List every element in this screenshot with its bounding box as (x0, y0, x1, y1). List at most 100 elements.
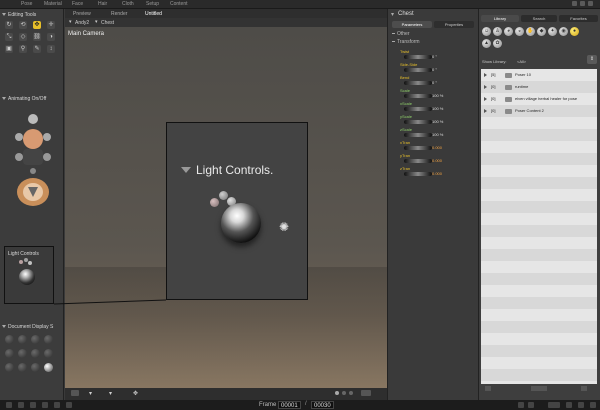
tab-favorites[interactable]: Favorites (559, 15, 598, 22)
ytran-dial[interactable] (404, 159, 432, 163)
hair-category-icon[interactable]: ◒ (515, 27, 524, 36)
loop-button[interactable] (590, 402, 596, 408)
list-item (481, 273, 597, 285)
collapse-triangle-icon[interactable] (181, 167, 191, 173)
poses-category-icon[interactable]: ♙ (493, 27, 502, 36)
list-item (481, 177, 597, 189)
dial-value[interactable]: 0 ° (432, 67, 437, 72)
current-frame-field[interactable]: 00001 (278, 401, 301, 409)
show-library-select[interactable]: <All> (517, 59, 526, 64)
scenes-category-icon[interactable]: ▲ (482, 39, 491, 48)
list-item (481, 333, 597, 345)
tab-parameters[interactable]: Parameters (392, 21, 432, 28)
cameras-category-icon[interactable]: ◉ (559, 27, 568, 36)
scale-dial[interactable] (404, 94, 432, 98)
light-1-icon[interactable] (210, 198, 219, 207)
dial-label: Scale (400, 88, 411, 93)
expand-icon[interactable] (484, 85, 487, 89)
dial-value[interactable]: 0.000 (432, 171, 442, 176)
yscale-dial[interactable] (404, 120, 432, 124)
dial-value[interactable]: 100 % (432, 132, 443, 137)
remove-key-button[interactable] (578, 402, 584, 408)
animation-timeline: Frame 00001 / 00030 (0, 400, 600, 410)
play-button[interactable] (42, 402, 48, 408)
item-count: [0] (491, 108, 496, 113)
list-item (481, 237, 597, 249)
panel-collapse-icon[interactable]: ▾ (391, 11, 394, 18)
item-name: runtime (515, 84, 529, 89)
twist-dial[interactable] (404, 55, 432, 59)
library-panel: Library Search Favorites ☺ ♙ ◕ ◒ ✋ ◆ ✦ ◉… (479, 9, 600, 400)
list-item[interactable]: [5] Poser 10 (481, 69, 597, 81)
dial-value[interactable]: 0.000 (432, 145, 442, 150)
list-item (481, 201, 597, 213)
frame-label: Frame (259, 402, 277, 408)
expand-icon[interactable] (484, 73, 487, 77)
library-options-icon[interactable]: ⇕ (587, 55, 597, 64)
add-key-button[interactable] (566, 402, 572, 408)
list-item[interactable]: [0] runtime (481, 81, 597, 93)
first-frame-button[interactable] (6, 402, 12, 408)
list-item (481, 309, 597, 321)
library-bottom-bar (481, 386, 597, 392)
dial-label: zTran (400, 166, 411, 171)
prev-key-button[interactable] (18, 402, 24, 408)
last-frame-button[interactable] (66, 402, 72, 408)
folder-icon (505, 85, 512, 90)
list-item (481, 189, 597, 201)
list-item[interactable]: [0] Poser Content 2 (481, 105, 597, 117)
timeline-next-button[interactable] (528, 402, 534, 408)
dial-value[interactable]: 100 % (432, 106, 443, 111)
dial-value[interactable]: 100 % (432, 119, 443, 124)
dial-value[interactable]: 0 ° (432, 54, 437, 59)
bend-dial[interactable] (404, 81, 432, 85)
keyframe-button[interactable] (548, 402, 560, 408)
total-frames-field[interactable]: 00030 (311, 401, 334, 409)
scripts-category-icon[interactable]: ✿ (493, 39, 502, 48)
list-item (481, 129, 597, 141)
dial-label: Side-Side (400, 62, 418, 67)
dial-value[interactable]: 0 ° (432, 80, 437, 85)
expressions-category-icon[interactable]: ◕ (504, 27, 513, 36)
zscale-dial[interactable] (404, 133, 432, 137)
list-item (481, 321, 597, 333)
expand-icon[interactable] (484, 109, 487, 113)
list-item (481, 117, 597, 129)
xtran-dial[interactable] (404, 146, 432, 150)
list-item (481, 261, 597, 273)
materials-category-icon[interactable]: ● (570, 27, 579, 36)
section-transform[interactable]: Transform (391, 39, 420, 45)
dial-value[interactable]: 100 % (432, 93, 443, 98)
tab-search[interactable]: Search (521, 15, 557, 22)
light-sphere-icon[interactable] (221, 203, 261, 243)
tab-properties[interactable]: Properties (434, 21, 474, 28)
hands-category-icon[interactable]: ✋ (526, 27, 535, 36)
section-other[interactable]: Other (391, 31, 410, 37)
remove-button[interactable] (581, 386, 587, 391)
next-key-button[interactable] (54, 402, 60, 408)
dial-label: xScale (400, 101, 413, 106)
frame-separator: / (305, 401, 307, 407)
sun-icon[interactable]: ✺ (278, 221, 290, 233)
figures-category-icon[interactable]: ☺ (482, 27, 491, 36)
tab-library[interactable]: Library (481, 15, 519, 22)
lights-category-icon[interactable]: ✦ (548, 27, 557, 36)
props-category-icon[interactable]: ◆ (537, 27, 546, 36)
light-controls-callout: Light Controls. ✺ (166, 122, 308, 300)
add-to-library-button[interactable] (485, 386, 491, 391)
list-item[interactable]: [0] elven village herbal healer for pose (481, 93, 597, 105)
ztran-dial[interactable] (404, 172, 432, 176)
side-side-dial[interactable] (404, 68, 432, 72)
expand-icon[interactable] (484, 97, 487, 101)
dial-value[interactable]: 0.000 (432, 158, 442, 163)
dial-label: xTran (400, 140, 411, 145)
callout-title: Light Controls. (196, 163, 274, 177)
item-name: Poser 10 (515, 72, 532, 77)
apply-button[interactable] (531, 386, 547, 391)
list-item (481, 369, 597, 381)
timeline-prev-button[interactable] (518, 402, 524, 408)
list-item (481, 285, 597, 297)
xscale-dial[interactable] (404, 107, 432, 111)
parameters-title: Chest (398, 11, 414, 17)
stop-button[interactable] (30, 402, 36, 408)
